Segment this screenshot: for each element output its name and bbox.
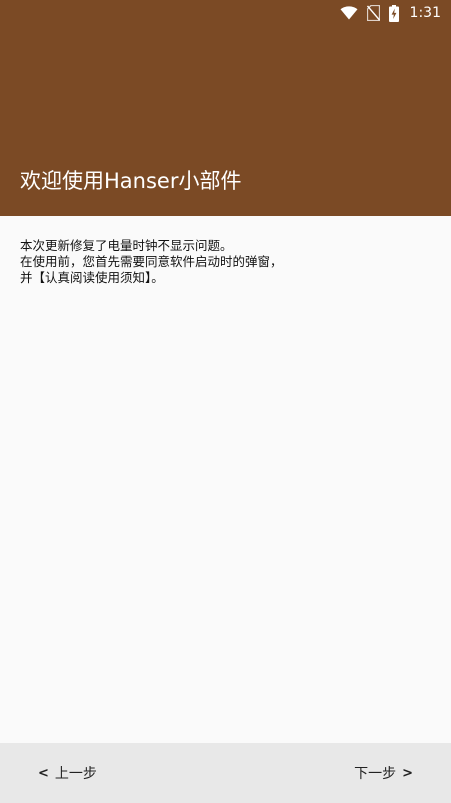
notice-line-2: 在使用前，您首先需要同意软件启动时的弹窗， <box>20 254 283 269</box>
update-notice: 本次更新修复了电量时钟不显示问题。 在使用前，您首先需要同意软件启动时的弹窗， … <box>20 238 430 286</box>
status-bar: 1:31 <box>0 0 451 26</box>
battery-charging-icon <box>388 4 399 22</box>
notice-line-3: 并【认真阅读使用须知】。 <box>20 270 164 285</box>
next-step-button[interactable]: 下一步 > <box>354 743 413 803</box>
status-clock: 1:31 <box>409 5 441 21</box>
previous-step-label: 上一步 <box>54 766 97 782</box>
next-step-label: 下一步 <box>354 766 397 782</box>
no-sim-icon <box>366 5 380 21</box>
wifi-icon <box>340 6 358 20</box>
chevron-right-icon: > <box>402 765 413 781</box>
bottom-nav-bar: < 上一步 下一步 > <box>0 743 451 803</box>
app-header: 1:31 欢迎使用Hanser小部件 <box>0 0 451 216</box>
notice-line-1: 本次更新修复了电量时钟不显示问题。 <box>20 238 233 253</box>
page-title: 欢迎使用Hanser小部件 <box>20 169 242 193</box>
previous-step-button[interactable]: < 上一步 <box>38 743 97 803</box>
chevron-left-icon: < <box>38 765 49 781</box>
welcome-screen: 1:31 欢迎使用Hanser小部件 本次更新修复了电量时钟不显示问题。 在使用… <box>0 0 451 803</box>
status-icons: 1:31 <box>340 3 441 23</box>
